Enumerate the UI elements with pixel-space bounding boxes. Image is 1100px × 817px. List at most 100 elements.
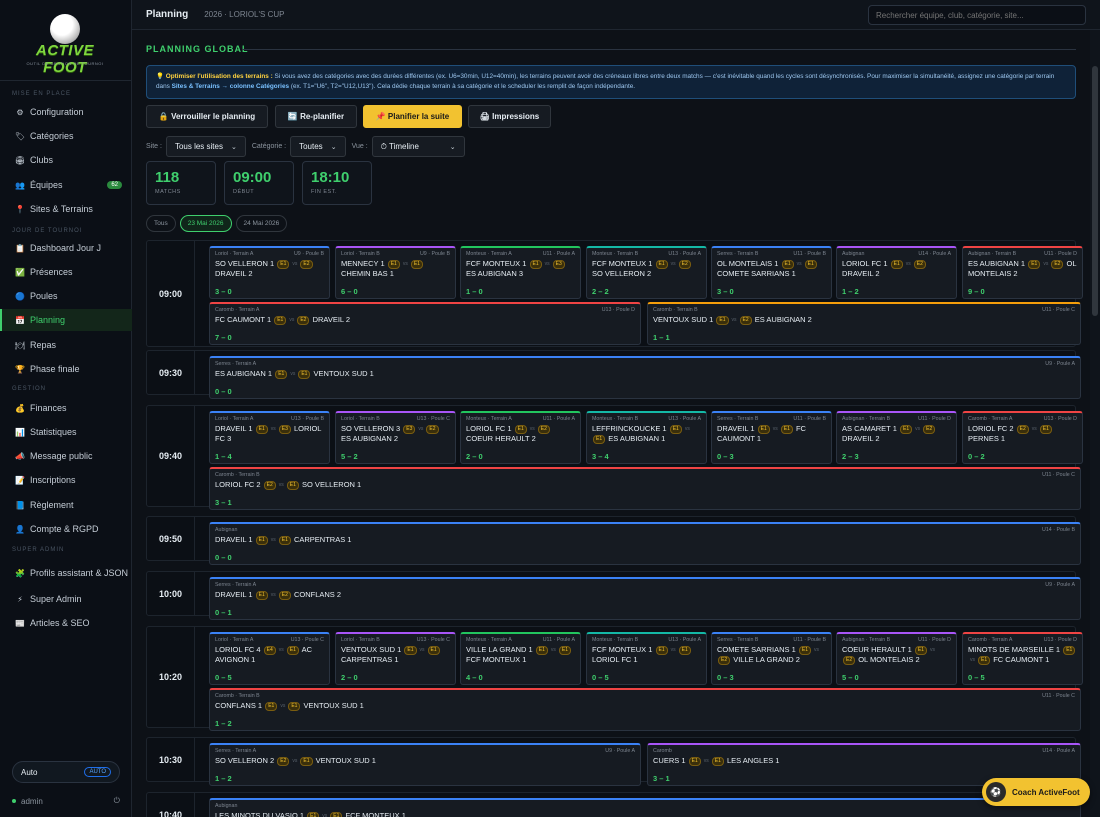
time-slot: 09:30 Serres · Terrain A U9 · Poule A ES AU… xyxy=(146,350,1081,399)
match-card[interactable]: Serres · Terrain B U11 · Poule B COMETE SA… xyxy=(711,632,832,685)
match-score: 0 – 3 xyxy=(717,673,734,682)
match-card[interactable]: Monteux · Terrain B U13 · Poule A LEFFRINC… xyxy=(586,411,707,464)
auto-mode-toggle[interactable]: Auto AUTO xyxy=(12,761,120,783)
time-slot: 10:40 Aubignan LES MINOTS DU VASIO 1 E1 vs E… xyxy=(146,792,1081,817)
match-card[interactable]: Caromb · Terrain B U11 · Poule C LORIOL FC… xyxy=(209,467,1081,510)
match-card[interactable]: Serres · Terrain B U11 · Poule B OL MONTEL… xyxy=(711,246,832,299)
sidebar-item-repas[interactable]: 🍽 Repas xyxy=(0,334,132,356)
sidebar-item-profils-assistant-json[interactable]: 🧩 Profils assistant & JSON xyxy=(0,559,132,587)
match-card[interactable]: Loriol · Terrain A U13 · Poule B DRAVEIL 1… xyxy=(209,411,330,464)
match-site: Monteux · Terrain A xyxy=(466,251,512,257)
match-card[interactable]: Monteux · Terrain A U11 · Poule A VILLE LA… xyxy=(460,632,581,685)
prints-button[interactable]: 🖨 Impressions xyxy=(468,105,551,128)
match-card[interactable]: Loriol · Terrain A U13 · Poule C LORIOL FC… xyxy=(209,632,330,685)
power-icon[interactable]: ⏻ xyxy=(114,796,120,806)
sidebar-item-r-glement[interactable]: 📘 Règlement xyxy=(0,494,132,516)
match-card[interactable]: Loriol · Terrain B U13 · Poule C SO VELLER… xyxy=(335,411,456,464)
team-pill: E1 xyxy=(757,425,770,434)
sidebar-item-cat-gories[interactable]: 🏷 Catégories xyxy=(0,125,132,147)
sidebar-item-inscriptions[interactable]: 📝 Inscriptions xyxy=(0,469,132,491)
sidebar-item-super-admin[interactable]: ⚡ Super Admin xyxy=(0,588,132,610)
match-card[interactable]: Aubignan LES MINOTS DU VASIO 1 E1 vs E1 FCF… xyxy=(209,798,1081,817)
match-card[interactable]: Serres · Terrain A U9 · Poule A SO VELLERO… xyxy=(209,743,641,786)
home-team: FCF MONTEUX 1 xyxy=(592,259,653,268)
auto-label: Auto xyxy=(21,767,38,777)
day-tab-24[interactable]: 24 Mai 2026 xyxy=(235,215,288,232)
match-card[interactable]: Serres · Terrain B U11 · Poule B DRAVEIL 1… xyxy=(711,411,832,464)
sidebar-item-statistiques[interactable]: 📊 Statistiques xyxy=(0,421,132,443)
sidebar-item-compte-rgpd[interactable]: 👤 Compte & RGPD xyxy=(0,518,132,540)
sidebar-item-message-public[interactable]: 📣 Message public xyxy=(0,445,132,467)
sidebar-item-pr-sences[interactable]: ✅ Présences xyxy=(0,261,132,283)
sidebar-item-sites-terrains[interactable]: 📍 Sites & Terrains xyxy=(0,198,132,220)
sidebar-item-poules[interactable]: 🔵 Poules xyxy=(0,285,132,307)
match-card[interactable]: Aubignan U14 · Poule A LORIOL FC 1 E1 vs E2 … xyxy=(836,246,957,299)
coach-button[interactable]: ⚽ Coach ActiveFoot xyxy=(982,778,1090,806)
away-team: VILLE LA GRAND 2 xyxy=(733,655,800,664)
vs-label: vs xyxy=(270,426,276,432)
match-teams: LORIOL FC 2 E2 vs E1 SO VELLERON 1 xyxy=(215,480,1075,490)
match-card[interactable]: Serres · Terrain A U9 · Poule A DRAVEIL 1 … xyxy=(209,577,1081,620)
replan-button[interactable]: 🔄 Re-planifier xyxy=(275,105,357,128)
match-score: 1 – 0 xyxy=(466,287,483,296)
team-pill: E2 xyxy=(1016,425,1029,434)
sidebar-item-phase-finale[interactable]: 🏆 Phase finale xyxy=(0,358,132,380)
category-filter-select[interactable]: Toutes ⌄ xyxy=(290,136,346,157)
match-site: Aubignan xyxy=(215,527,238,533)
match-card[interactable]: Loriol · Terrain B U13 · Poule C VENTOUX S… xyxy=(335,632,456,685)
match-teams: MENNECY 1 E1 vs E1 CHEMIN BAS 1 xyxy=(341,259,450,279)
away-team: LES ANGLES 1 xyxy=(726,756,780,765)
match-meta: Aubignan · Terrain B U11 · Poule D xyxy=(842,416,951,423)
stat-label: MATCHS xyxy=(155,189,181,195)
view-select[interactable]: ⏱ Timeline ⌄ xyxy=(371,136,465,157)
sidebar-item-configuration[interactable]: ⚙ Configuration xyxy=(0,101,132,123)
match-category: U11 · Poule A xyxy=(542,416,575,422)
plan-next-button[interactable]: 📌 Planifier la suite xyxy=(363,105,462,128)
day-tab-all[interactable]: Tous xyxy=(146,215,176,232)
view-filter-label: Vue : xyxy=(351,143,368,150)
match-card[interactable]: Aubignan · Terrain B U11 · Poule D AS CAMA… xyxy=(836,411,957,464)
day-tab-23[interactable]: 23 Mai 2026 xyxy=(179,215,232,232)
info-bold: Optimiser l'utilisation des terrains : xyxy=(165,73,273,80)
user-row[interactable]: admin ⏻ xyxy=(12,796,120,806)
match-card[interactable]: Aubignan · Terrain B U11 · Poule D COEUR H… xyxy=(836,632,957,685)
match-card[interactable]: Monteux · Terrain B U13 · Poule A FCF MONT… xyxy=(586,246,707,299)
user-name: admin xyxy=(21,796,43,806)
site-filter-select[interactable]: Tous les sites ⌄ xyxy=(165,136,246,157)
team-pill: E2 xyxy=(263,481,276,490)
scrollbar[interactable] xyxy=(1090,30,1100,817)
vs-label: vs xyxy=(915,426,921,432)
match-card[interactable]: Caromb · Terrain A U13 · Poule D MINOTS DE… xyxy=(962,632,1083,685)
match-card[interactable]: Caromb · Terrain B U11 · Poule C VENTOUX S… xyxy=(647,302,1081,345)
sidebar-item-finances[interactable]: 💰 Finances xyxy=(0,397,132,419)
match-category: U11 · Poule B xyxy=(793,251,826,257)
match-card[interactable]: Loriol · Terrain B U9 · Poule B MENNECY 1 … xyxy=(335,246,456,299)
match-card[interactable]: Monteux · Terrain A U11 · Poule A LORIOL F… xyxy=(460,411,581,464)
sidebar-item-clubs[interactable]: 🏟 Clubs xyxy=(0,149,132,171)
match-meta: Aubignan · Terrain B U11 · Poule D xyxy=(842,637,951,644)
scrollbar-thumb[interactable] xyxy=(1092,66,1098,316)
match-card[interactable]: Caromb · Terrain A U13 · Poule D LORIOL FC… xyxy=(962,411,1083,464)
match-card[interactable]: Monteux · Terrain A U11 · Poule A FCF MONT… xyxy=(460,246,581,299)
match-card[interactable]: Aubignan U14 · Poule B DRAVEIL 1 E1 vs E1 CA… xyxy=(209,522,1081,565)
lock-planning-button[interactable]: 🔒 Verrouiller le planning xyxy=(146,105,268,128)
match-card[interactable]: Loriol · Terrain A U9 · Poule B SO VELLERO… xyxy=(209,246,330,299)
info-link[interactable]: Sites & Terrains → colonne Catégories xyxy=(172,83,289,90)
match-card[interactable]: Aubignan · Terrain B U11 · Poule D ES AUBI… xyxy=(962,246,1083,299)
stat-matches: 118 MATCHS xyxy=(146,161,216,205)
team-pill: E2 xyxy=(277,757,290,766)
sidebar-item-articles-seo[interactable]: 📰 Articles & SEO xyxy=(0,612,132,634)
match-card[interactable]: Monteux · Terrain B U13 · Poule A FCF MONT… xyxy=(586,632,707,685)
vs-label: vs xyxy=(290,371,296,377)
gear-icon: ⚙ xyxy=(16,107,24,117)
match-card[interactable]: Caromb · Terrain A U13 · Poule D FC CAUMON… xyxy=(209,302,641,345)
sidebar-item--quipes[interactable]: 👥 Équipes 62 xyxy=(0,174,132,196)
match-card[interactable]: Caromb · Terrain B U11 · Poule C CONFLANS … xyxy=(209,688,1081,731)
logo[interactable]: ACTIVE FOOT OUTIL DE GESTION DE TOURNOI xyxy=(20,14,110,76)
match-teams: CONFLANS 1 E1 vs E1 VENTOUX SUD 1 xyxy=(215,701,1075,711)
sidebar-item-planning[interactable]: 📅 Planning xyxy=(0,309,132,331)
search-input[interactable] xyxy=(868,5,1086,25)
sidebar-item-dashboard-jour-j[interactable]: 📋 Dashboard Jour J xyxy=(0,237,132,259)
match-card[interactable]: Serres · Terrain A U9 · Poule A ES AUBIGNA… xyxy=(209,356,1081,399)
coach-label: Coach ActiveFoot xyxy=(1012,787,1080,797)
